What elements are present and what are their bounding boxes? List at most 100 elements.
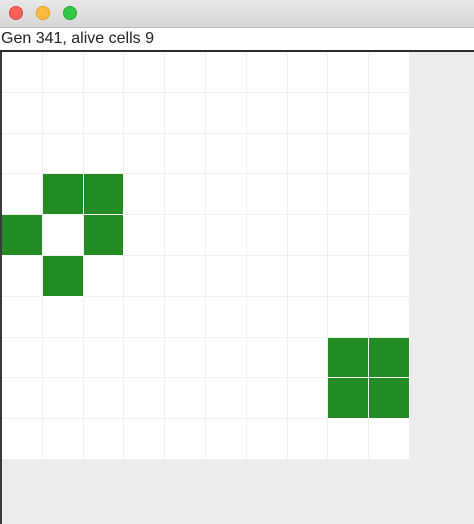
dead-cell[interactable]	[124, 296, 166, 338]
dead-cell[interactable]	[42, 133, 84, 175]
dead-cell[interactable]	[369, 133, 410, 175]
dead-cell[interactable]	[2, 92, 43, 134]
dead-cell[interactable]	[246, 256, 288, 297]
dead-cell[interactable]	[83, 378, 125, 420]
dead-cell[interactable]	[246, 52, 288, 93]
dead-cell[interactable]	[287, 419, 329, 460]
alive-cell[interactable]	[328, 378, 370, 420]
dead-cell[interactable]	[165, 133, 206, 175]
alive-cell[interactable]	[328, 337, 370, 379]
dead-cell[interactable]	[246, 133, 288, 175]
dead-cell[interactable]	[165, 92, 206, 134]
dead-cell[interactable]	[124, 174, 166, 216]
dead-cell[interactable]	[287, 378, 329, 420]
dead-cell[interactable]	[165, 296, 206, 338]
dead-cell[interactable]	[83, 92, 125, 134]
dead-cell[interactable]	[328, 419, 370, 460]
dead-cell[interactable]	[2, 133, 43, 175]
dead-cell[interactable]	[287, 296, 329, 338]
dead-cell[interactable]	[328, 52, 370, 93]
dead-cell[interactable]	[246, 215, 288, 256]
zoom-window-icon[interactable]	[63, 6, 77, 20]
dead-cell[interactable]	[124, 52, 166, 93]
dead-cell[interactable]	[328, 92, 370, 134]
dead-cell[interactable]	[2, 256, 43, 297]
dead-cell[interactable]	[206, 296, 247, 338]
alive-cell[interactable]	[42, 256, 84, 297]
dead-cell[interactable]	[369, 215, 410, 256]
dead-cell[interactable]	[369, 296, 410, 338]
dead-cell[interactable]	[206, 419, 247, 460]
dead-cell[interactable]	[246, 174, 288, 216]
dead-cell[interactable]	[328, 133, 370, 175]
dead-cell[interactable]	[42, 378, 84, 420]
dead-cell[interactable]	[206, 133, 247, 175]
dead-cell[interactable]	[42, 92, 84, 134]
dead-cell[interactable]	[246, 92, 288, 134]
dead-cell[interactable]	[328, 174, 370, 216]
alive-cell[interactable]	[369, 337, 410, 379]
dead-cell[interactable]	[246, 296, 288, 338]
dead-cell[interactable]	[2, 174, 43, 216]
alive-cell[interactable]	[83, 215, 125, 256]
dead-cell[interactable]	[165, 215, 206, 256]
dead-cell[interactable]	[369, 256, 410, 297]
dead-cell[interactable]	[42, 296, 84, 338]
dead-cell[interactable]	[287, 133, 329, 175]
dead-cell[interactable]	[2, 419, 43, 460]
close-window-icon[interactable]	[9, 6, 23, 20]
alive-cell[interactable]	[2, 215, 43, 256]
dead-cell[interactable]	[246, 378, 288, 420]
alive-cell[interactable]	[83, 174, 125, 216]
dead-cell[interactable]	[83, 133, 125, 175]
dead-cell[interactable]	[83, 337, 125, 379]
dead-cell[interactable]	[287, 256, 329, 297]
dead-cell[interactable]	[83, 296, 125, 338]
dead-cell[interactable]	[124, 378, 166, 420]
dead-cell[interactable]	[2, 296, 43, 338]
dead-cell[interactable]	[328, 215, 370, 256]
dead-cell[interactable]	[124, 133, 166, 175]
dead-cell[interactable]	[42, 215, 84, 256]
dead-cell[interactable]	[2, 337, 43, 379]
life-grid[interactable]	[2, 52, 410, 460]
minimize-window-icon[interactable]	[36, 6, 50, 20]
dead-cell[interactable]	[124, 256, 166, 297]
dead-cell[interactable]	[369, 52, 410, 93]
dead-cell[interactable]	[165, 256, 206, 297]
dead-cell[interactable]	[206, 52, 247, 93]
dead-cell[interactable]	[124, 215, 166, 256]
dead-cell[interactable]	[83, 256, 125, 297]
alive-cell[interactable]	[369, 378, 410, 420]
dead-cell[interactable]	[369, 419, 410, 460]
dead-cell[interactable]	[328, 296, 370, 338]
dead-cell[interactable]	[287, 52, 329, 93]
dead-cell[interactable]	[124, 419, 166, 460]
dead-cell[interactable]	[165, 419, 206, 460]
dead-cell[interactable]	[206, 256, 247, 297]
dead-cell[interactable]	[287, 174, 329, 216]
dead-cell[interactable]	[287, 92, 329, 134]
dead-cell[interactable]	[246, 337, 288, 379]
dead-cell[interactable]	[369, 92, 410, 134]
dead-cell[interactable]	[42, 337, 84, 379]
alive-cell[interactable]	[42, 174, 84, 216]
dead-cell[interactable]	[165, 378, 206, 420]
dead-cell[interactable]	[206, 174, 247, 216]
dead-cell[interactable]	[206, 215, 247, 256]
dead-cell[interactable]	[83, 52, 125, 93]
dead-cell[interactable]	[206, 378, 247, 420]
dead-cell[interactable]	[287, 337, 329, 379]
dead-cell[interactable]	[287, 215, 329, 256]
dead-cell[interactable]	[246, 419, 288, 460]
dead-cell[interactable]	[124, 337, 166, 379]
dead-cell[interactable]	[328, 256, 370, 297]
dead-cell[interactable]	[124, 92, 166, 134]
dead-cell[interactable]	[369, 174, 410, 216]
dead-cell[interactable]	[42, 52, 84, 93]
dead-cell[interactable]	[2, 378, 43, 420]
dead-cell[interactable]	[165, 174, 206, 216]
dead-cell[interactable]	[165, 52, 206, 93]
dead-cell[interactable]	[2, 52, 43, 93]
dead-cell[interactable]	[42, 419, 84, 460]
